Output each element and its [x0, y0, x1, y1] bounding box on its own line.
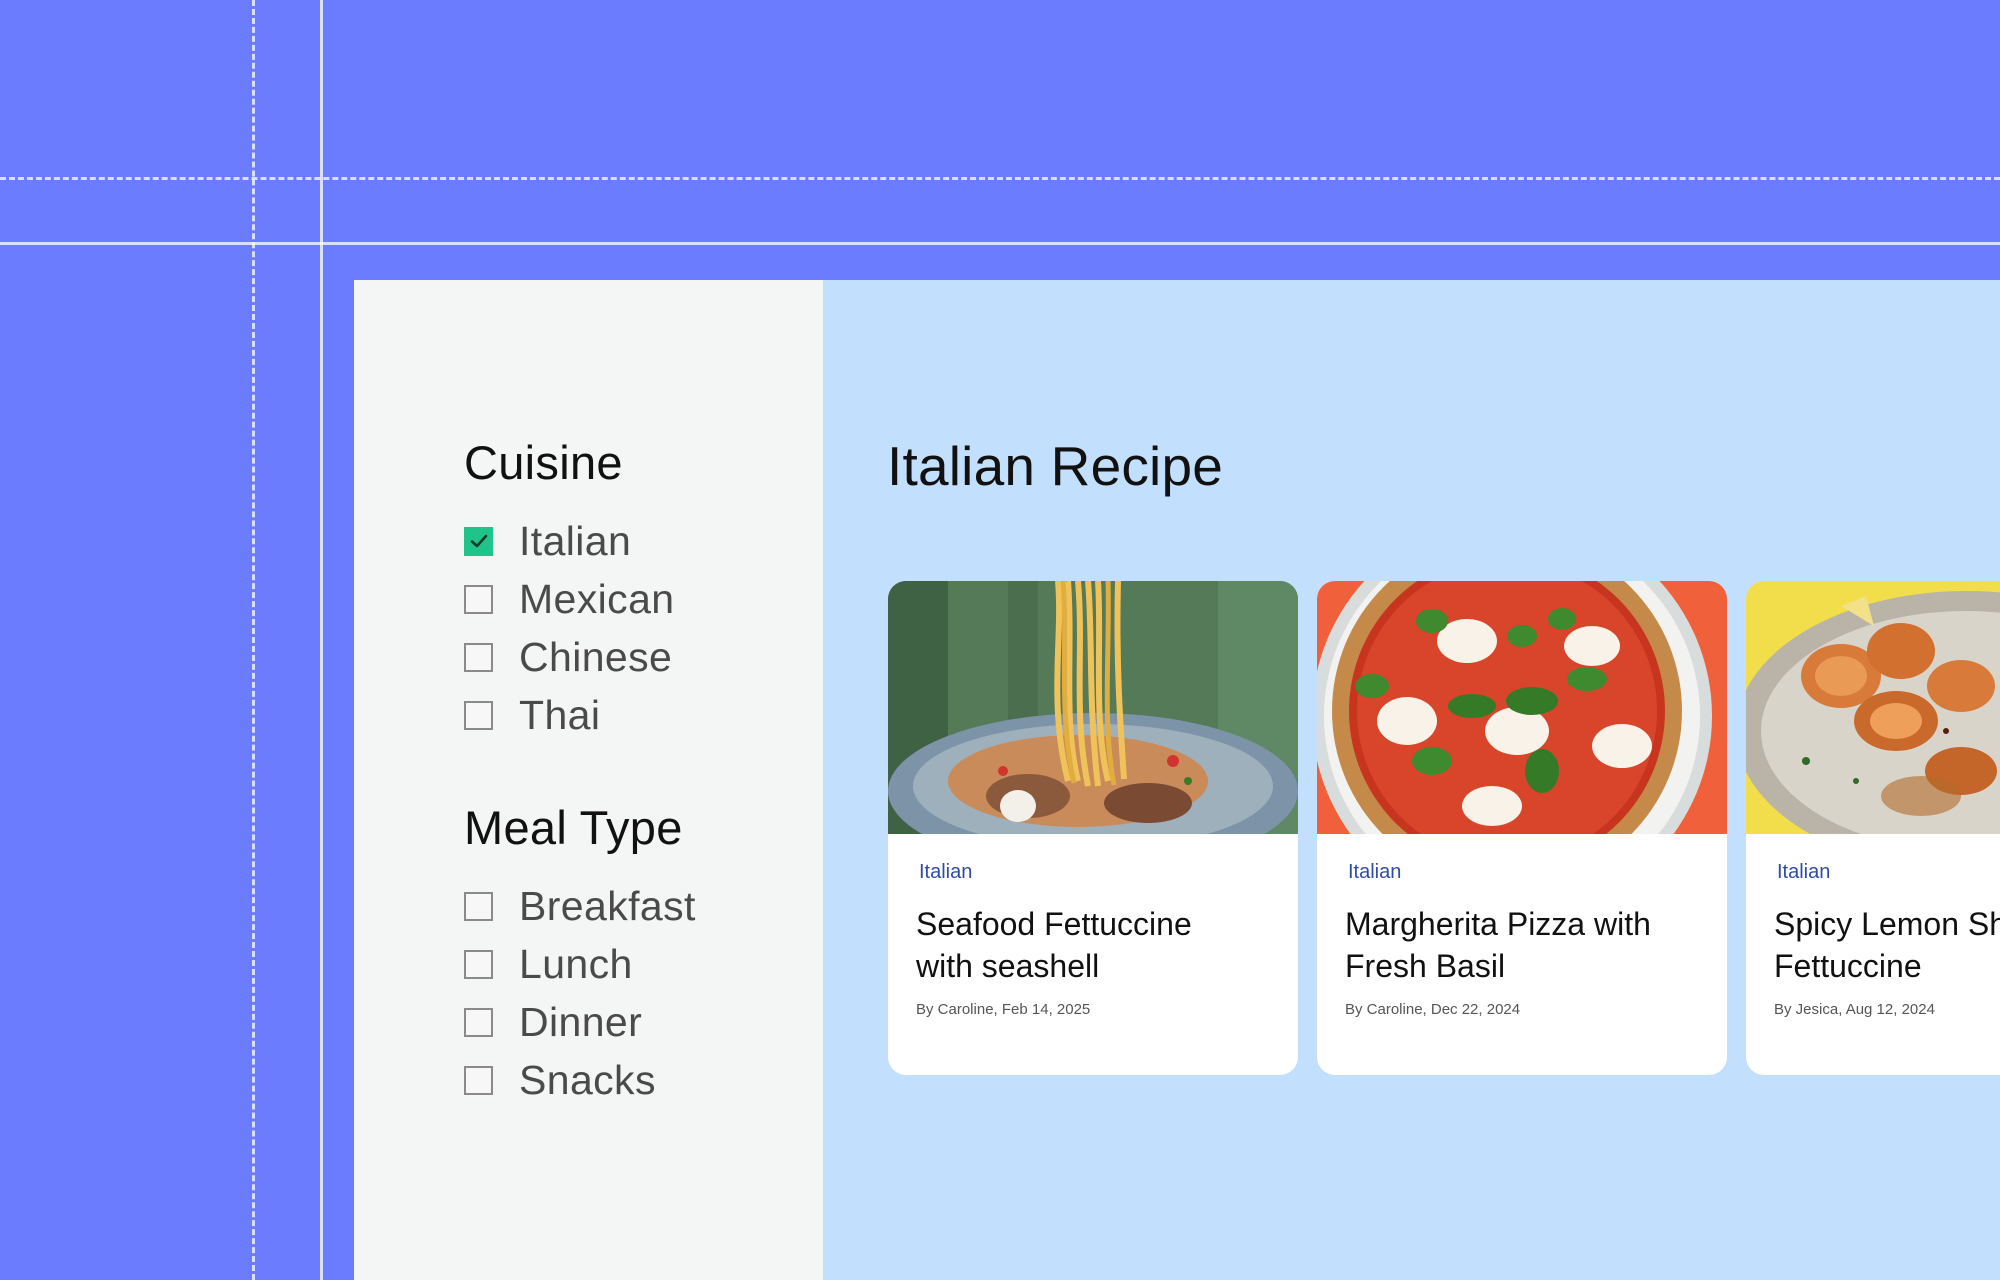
filter-option-mexican[interactable]: Mexican: [464, 570, 823, 628]
recipe-title: Spicy Lemon Shrimp Fettuccine: [1774, 903, 2000, 987]
checkbox-checked[interactable]: [464, 526, 493, 556]
shrimp-image: [1746, 581, 2000, 834]
recipe-title-line: Spicy Lemon Shrimp: [1774, 906, 2000, 942]
filter-option-label: Breakfast: [519, 882, 696, 929]
filter-group-meal-type: Meal Type Breakfast Lunch Dinner Snacks: [464, 800, 823, 1109]
recipe-card[interactable]: Italian Spicy Lemon Shrimp Fettuccine By…: [1746, 581, 2000, 1075]
checkbox[interactable]: [464, 584, 493, 614]
pizza-image: [1317, 581, 1727, 834]
seafood-pasta-image: [888, 581, 1298, 834]
filter-group-title: Meal Type: [464, 801, 683, 854]
recipe-card-body: Italian Spicy Lemon Shrimp Fettuccine By…: [1746, 834, 2000, 1018]
recipe-title-line: Fettuccine: [1774, 948, 1922, 984]
filter-option-label: Chinese: [519, 633, 673, 680]
filter-option-dinner[interactable]: Dinner: [464, 993, 823, 1051]
filter-option-label: Italian: [519, 517, 632, 564]
checkbox[interactable]: [464, 642, 493, 672]
checkbox[interactable]: [464, 1065, 493, 1095]
guide-line-vertical-dashed: [252, 0, 255, 1280]
recipe-title: Seafood Fettuccine with seashell: [916, 903, 1270, 987]
filter-option-label: Dinner: [519, 998, 643, 1045]
filter-option-breakfast[interactable]: Breakfast: [464, 877, 823, 935]
filter-group-title: Cuisine: [464, 436, 623, 489]
filter-option-snacks[interactable]: Snacks: [464, 1051, 823, 1109]
recipe-author-date: By Caroline, Dec 22, 2024: [1345, 1001, 1521, 1018]
recipe-app-window: Cuisine Italian Mexican Chinese Thai Mea…: [354, 280, 2000, 1280]
filter-option-chinese[interactable]: Chinese: [464, 628, 823, 686]
checkmark-icon: [470, 534, 487, 548]
filter-option-label: Snacks: [519, 1056, 656, 1103]
recipe-title-line: Fresh Basil: [1345, 948, 1506, 984]
page-title: Italian Recipe: [887, 435, 1224, 497]
recipe-title-line: Seafood Fettuccine: [916, 906, 1192, 942]
recipe-main-area: Italian Recipe Italian Seafood Fettuccin…: [823, 280, 2000, 1280]
checkbox[interactable]: [464, 1007, 493, 1037]
recipe-author-date: By Caroline, Feb 14, 2025: [916, 1001, 1091, 1018]
checkbox[interactable]: [464, 700, 493, 730]
guide-line-horizontal-solid: [0, 242, 2000, 245]
recipe-card-body: Italian Seafood Fettuccine with seashell…: [888, 834, 1298, 1018]
cuisine-tag: Italian: [919, 861, 973, 883]
filter-option-label: Lunch: [519, 940, 633, 987]
guide-line-horizontal-dashed: [0, 177, 2000, 180]
filter-sidebar: Cuisine Italian Mexican Chinese Thai Mea…: [354, 280, 823, 1280]
recipe-author-date: By Jesica, Aug 12, 2024: [1774, 1001, 1935, 1018]
filter-option-thai[interactable]: Thai: [464, 686, 823, 744]
recipe-title-line: with seashell: [916, 948, 1100, 984]
checkbox[interactable]: [464, 949, 493, 979]
filter-group-cuisine: Cuisine Italian Mexican Chinese Thai: [464, 435, 823, 744]
recipe-title-line: Margherita Pizza with: [1345, 906, 1651, 942]
recipe-card-body: Italian Margherita Pizza with Fresh Basi…: [1317, 834, 1727, 1018]
cuisine-tag: Italian: [1777, 861, 1831, 883]
filter-option-italian[interactable]: Italian: [464, 512, 823, 570]
recipe-card-list: Italian Seafood Fettuccine with seashell…: [888, 581, 2000, 1075]
filter-option-lunch[interactable]: Lunch: [464, 935, 823, 993]
filter-option-label: Mexican: [519, 575, 675, 622]
checkbox[interactable]: [464, 891, 493, 921]
guide-line-vertical-solid: [320, 0, 323, 1280]
filter-option-label: Thai: [519, 691, 601, 738]
recipe-title: Margherita Pizza with Fresh Basil: [1345, 903, 1699, 987]
cuisine-tag: Italian: [1348, 861, 1402, 883]
recipe-card[interactable]: Italian Margherita Pizza with Fresh Basi…: [1317, 581, 1727, 1075]
recipe-card[interactable]: Italian Seafood Fettuccine with seashell…: [888, 581, 1298, 1075]
